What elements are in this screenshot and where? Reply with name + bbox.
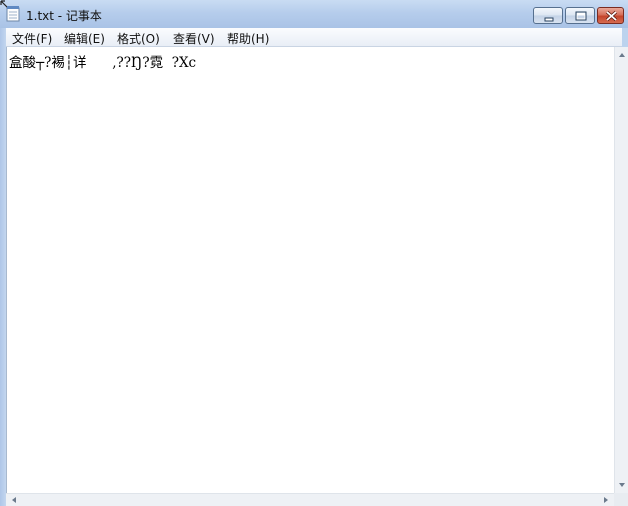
- minimize-icon: [544, 17, 554, 22]
- close-button[interactable]: [597, 7, 624, 24]
- horizontal-scrollbar[interactable]: [6, 493, 614, 506]
- scrollbar-corner: [614, 493, 628, 506]
- menu-edit[interactable]: 编辑(E): [64, 30, 105, 47]
- menu-file[interactable]: 文件(F): [12, 30, 52, 47]
- text-editor[interactable]: 盒酸┬?裼┆详 ,??Ŋ?霓 ?Xc: [6, 47, 614, 493]
- title-bar[interactable]: 1.txt - 记事本: [0, 0, 628, 28]
- menu-help[interactable]: 帮助(H): [227, 30, 269, 47]
- menu-format[interactable]: 格式(O): [117, 30, 160, 47]
- maximize-icon: [575, 11, 587, 21]
- minimize-button[interactable]: [533, 7, 563, 24]
- vertical-scrollbar[interactable]: [614, 47, 628, 493]
- scroll-up-arrow-icon[interactable]: [615, 49, 628, 61]
- window-title: 1.txt - 记事本: [26, 9, 102, 23]
- close-icon: [605, 10, 618, 22]
- menu-bar: 文件(F) 编辑(E) 格式(O) 查看(V) 帮助(H): [6, 28, 622, 47]
- menu-view[interactable]: 查看(V): [173, 30, 215, 47]
- scroll-right-arrow-icon[interactable]: [600, 494, 612, 506]
- editor-content[interactable]: 盒酸┬?裼┆详 ,??Ŋ?霓 ?Xc: [9, 51, 196, 71]
- notepad-icon: [6, 6, 20, 22]
- maximize-button[interactable]: [565, 7, 595, 24]
- scroll-down-arrow-icon[interactable]: [615, 479, 628, 491]
- scroll-left-arrow-icon[interactable]: [8, 494, 20, 506]
